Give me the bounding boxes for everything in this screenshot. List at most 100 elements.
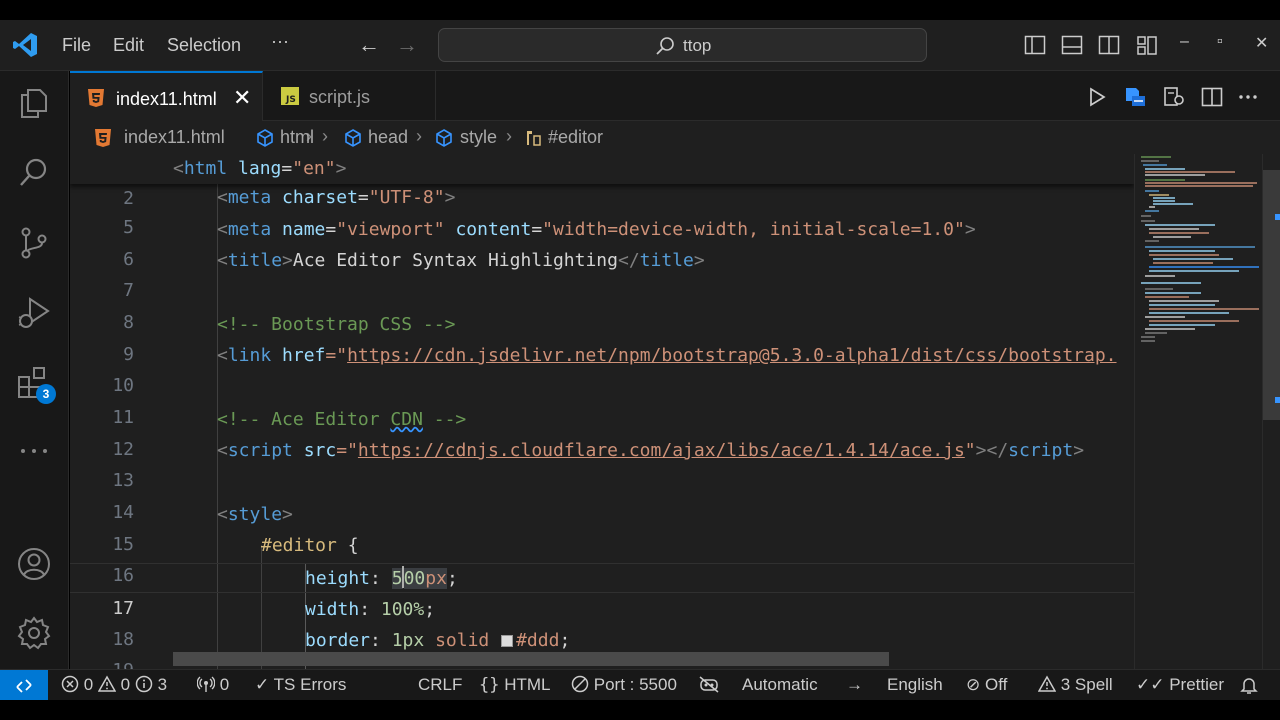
breadcrumb-style[interactable]: style <box>460 127 497 148</box>
code-line[interactable]: 5 <meta charset="UTF-8"> <box>70 183 1134 238</box>
activity-bar: 3 <box>0 71 69 669</box>
warning-icon <box>97 675 116 692</box>
spell-off-icon: ⊘ <box>966 675 981 694</box>
accounts-icon[interactable] <box>16 546 52 582</box>
top-letterbox <box>0 0 1280 20</box>
menu-edit[interactable]: Edit <box>113 35 144 56</box>
menu-more[interactable]: ··· <box>271 31 289 52</box>
spell-check-indicator[interactable]: 3 Spell <box>1038 675 1113 695</box>
braces-icon: {} <box>479 675 500 695</box>
tab-script-js[interactable]: JS script.js <box>263 71 436 121</box>
more-views-icon[interactable] <box>16 433 52 469</box>
indentation-indicator[interactable]: Automatic <box>742 675 818 695</box>
toggle-secondary-sidebar-icon[interactable] <box>1098 34 1120 56</box>
svg-text:JS: JS <box>285 95 296 105</box>
line-number: 19 <box>70 656 134 669</box>
prettier-indicator[interactable]: ✓✓ Prettier <box>1136 675 1224 695</box>
code-editor[interactable]: 2 <html lang="en"> 5 <meta charset="UTF-… <box>70 154 1134 669</box>
spell-off-indicator[interactable]: ⊘ Off <box>966 675 1007 695</box>
menu-selection[interactable]: Selection <box>167 35 241 56</box>
remote-icon <box>16 679 32 693</box>
search-sidebar-icon[interactable] <box>16 155 52 191</box>
breadcrumb-file[interactable]: index11.html <box>124 127 225 148</box>
editor-tab-bar: index11.html ✕ JS script.js <box>70 71 1280 121</box>
live-preview-icon[interactable] <box>1123 85 1147 109</box>
broadcast-icon <box>197 676 215 692</box>
spell-warning: CDN <box>390 409 423 430</box>
breadcrumb: index11.html › html › head › style › #ed… <box>70 121 1280 154</box>
code-line[interactable]: 11 <box>70 373 1134 428</box>
more-actions-icon[interactable] <box>1236 85 1260 109</box>
chevron-right-icon: › <box>322 126 328 146</box>
title-bar: File Edit Selection ··· ← → ttop – ▫ ✕ <box>0 20 1280 71</box>
code-line[interactable]: 8 <box>70 278 1134 333</box>
end-of-line-indicator[interactable]: CRLF <box>418 675 462 695</box>
error-icon <box>61 675 79 693</box>
sticky-scroll-line[interactable]: 2 <html lang="en"> <box>70 154 1134 209</box>
back-arrow-icon[interactable]: ← <box>358 32 380 58</box>
code-line[interactable]: 12 <!-- Ace Editor CDN --> <box>70 405 1134 460</box>
menu-file[interactable]: File <box>62 35 91 56</box>
toggle-primary-sidebar-icon[interactable] <box>1024 34 1046 56</box>
run-icon[interactable] <box>1085 85 1109 109</box>
tab-label: script.js <box>309 87 371 107</box>
copilot-indicator[interactable] <box>698 675 720 695</box>
scroll-marker <box>1275 397 1280 403</box>
code-line[interactable]: 18 width: 100%; <box>70 595 1134 650</box>
warning-icon <box>1038 675 1056 692</box>
horizontal-scrollbar[interactable] <box>173 652 889 666</box>
explorer-icon[interactable] <box>16 85 52 121</box>
line-number: 2 <box>123 188 134 209</box>
no-entry-icon <box>571 675 589 693</box>
language-mode-indicator[interactable]: {} HTML <box>479 675 551 695</box>
chevron-right-icon: › <box>416 126 422 146</box>
info-icon <box>135 675 153 693</box>
current-code-line[interactable]: 17 height: 500px; <box>70 563 1134 619</box>
settings-gear-icon[interactable] <box>16 615 52 651</box>
code-line[interactable]: 16 #editor { <box>70 531 1134 586</box>
code-line[interactable]: 9 <!-- Bootstrap CSS --> <box>70 310 1134 365</box>
breadcrumb-html[interactable]: html <box>280 127 314 148</box>
customize-layout-icon[interactable] <box>1136 34 1158 56</box>
html5-icon <box>95 129 111 147</box>
color-swatch[interactable] <box>501 635 514 647</box>
live-server-port[interactable]: Port : 5500 <box>571 675 677 695</box>
code-line[interactable]: 10 <link href="https://cdn.jsdelivr.net/… <box>70 341 1134 396</box>
extensions-badge: 3 <box>36 384 56 404</box>
remote-indicator[interactable] <box>0 670 48 701</box>
minimize-button[interactable]: – <box>1180 33 1189 51</box>
tab-index11-html[interactable]: index11.html ✕ <box>70 71 263 121</box>
problems-indicator[interactable]: 0 0 3 <box>61 675 167 695</box>
split-editor-icon[interactable] <box>1200 85 1224 109</box>
maximize-button[interactable]: ▫ <box>1217 33 1223 51</box>
notifications-bell-icon[interactable] <box>1240 676 1258 694</box>
vertical-scrollbar[interactable] <box>1262 154 1280 669</box>
arrow-right-icon[interactable]: → <box>846 675 863 695</box>
breadcrumb-head[interactable]: head <box>368 127 408 148</box>
close-window-button[interactable]: ✕ <box>1255 33 1268 53</box>
code-line[interactable]: 14 <box>70 468 1134 523</box>
tab-label: index11.html <box>116 89 217 109</box>
link-url: https://cdnjs.cloudflare.com/ajax/libs/a… <box>357 440 965 461</box>
code-line[interactable]: 13 <script src="https://cdnjs.cloudflare… <box>70 436 1134 491</box>
search-icon <box>656 37 674 55</box>
ts-errors-indicator[interactable]: ✓ TS Errors <box>255 675 346 695</box>
code-line[interactable]: 15 <style> <box>70 500 1134 555</box>
breadcrumb-selector[interactable]: #editor <box>548 127 603 148</box>
run-and-debug-icon[interactable] <box>16 295 52 331</box>
element-cube-icon <box>345 129 361 147</box>
source-control-icon[interactable] <box>16 225 52 261</box>
toggle-panel-icon[interactable] <box>1061 34 1083 56</box>
ports-indicator[interactable]: 0 <box>197 675 229 695</box>
open-changes-icon[interactable] <box>1162 85 1186 109</box>
chevron-right-icon: › <box>506 126 512 146</box>
locale-indicator[interactable]: English <box>887 675 943 695</box>
scrollbar-thumb[interactable] <box>1263 170 1280 420</box>
minimap[interactable] <box>1134 154 1262 669</box>
command-center-search[interactable]: ttop <box>438 28 927 62</box>
close-tab-icon[interactable]: ✕ <box>233 85 251 111</box>
code-line[interactable]: 7 <title>Ace Editor Syntax Highlighting<… <box>70 246 1134 301</box>
forward-arrow-icon[interactable]: → <box>396 32 418 58</box>
code-line[interactable]: 6 <meta name="viewport" content="width=d… <box>70 215 1134 270</box>
css-selector-icon <box>527 131 541 146</box>
